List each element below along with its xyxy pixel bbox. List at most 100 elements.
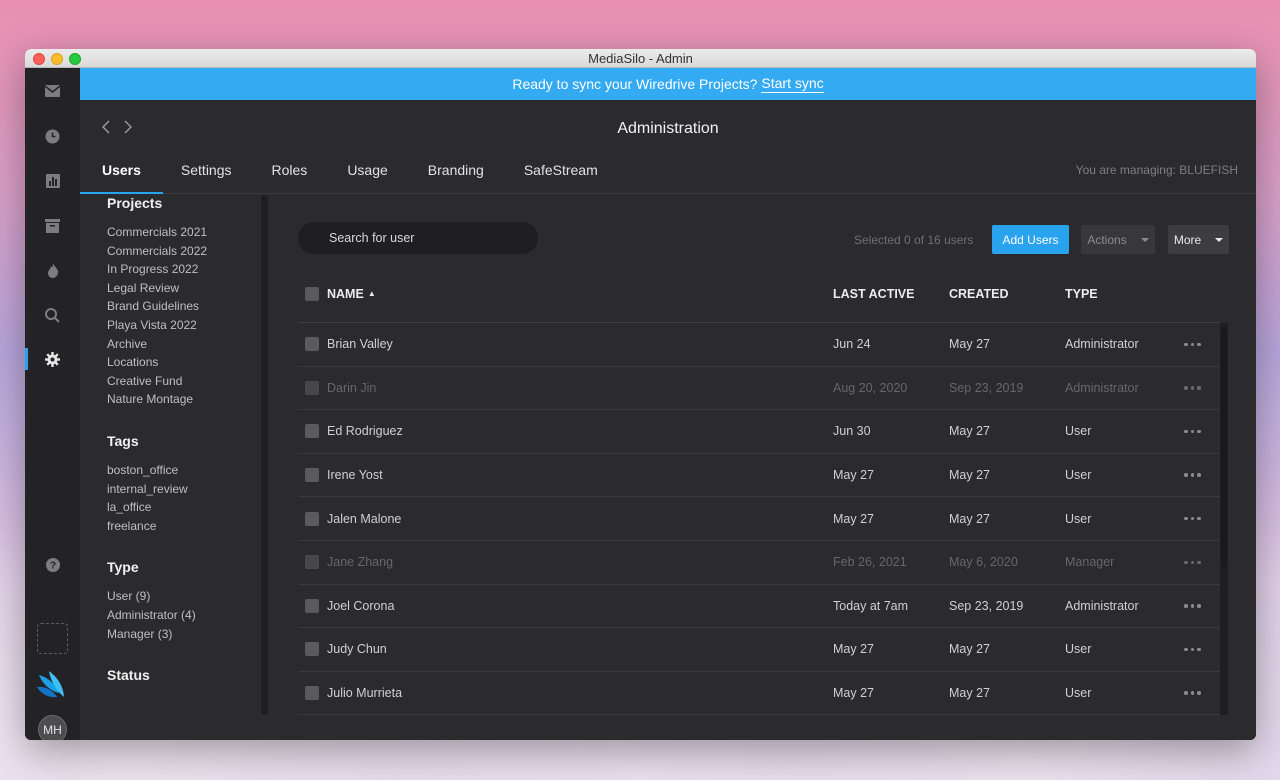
table-row[interactable]: Joel Corona Today at 7am Sep 23, 2019 Admin… [298, 585, 1220, 629]
table-row[interactable]: Jane Zhang Feb 26, 2021 May 6, 2020 Manager [298, 541, 1220, 585]
tag-item[interactable]: internal_review [107, 480, 269, 499]
more-dropdown[interactable]: More [1168, 225, 1229, 254]
project-item[interactable]: Commercials 2022 [107, 242, 269, 261]
type-item[interactable]: Administrator (4) [107, 606, 269, 625]
flame-icon[interactable] [25, 258, 80, 282]
select-all-checkbox[interactable] [305, 286, 319, 301]
row-checkbox[interactable] [305, 686, 319, 701]
row-menu-button[interactable] [1175, 342, 1210, 347]
project-item[interactable]: Locations [107, 353, 269, 372]
name-column-header[interactable]: NAME ▲ [327, 287, 833, 301]
row-menu-button[interactable] [1175, 691, 1210, 695]
table-row[interactable]: Darin Jin Aug 20, 2020 Sep 23, 2019 Adminis… [298, 367, 1220, 411]
project-item[interactable]: Nature Montage [107, 390, 269, 409]
type-item[interactable]: User (9) [107, 587, 269, 606]
user-name: Julio Murrieta [327, 686, 403, 701]
last-active-cell: Jun 24 [833, 337, 871, 352]
table-scrollbar[interactable] [1220, 323, 1228, 715]
row-checkbox[interactable] [305, 424, 319, 439]
type-column-header[interactable]: TYPE [1065, 287, 1175, 301]
table-row[interactable]: Julio Murrieta May 27 May 27 User [298, 672, 1220, 715]
scrollbar-thumb[interactable] [1221, 327, 1227, 567]
gear-icon[interactable] [25, 347, 80, 371]
created-column-header[interactable]: CREATED [949, 287, 1065, 301]
user-name: Jane Zhang [327, 555, 394, 570]
add-users-button[interactable]: Add Users [992, 225, 1069, 254]
row-checkbox[interactable] [305, 642, 319, 657]
tab-usage[interactable]: Usage [325, 147, 409, 193]
project-item[interactable]: Commercials 2021 [107, 223, 269, 242]
row-menu-button[interactable] [1175, 473, 1210, 477]
avatar[interactable]: MH [38, 715, 67, 740]
row-checkbox[interactable] [305, 555, 319, 570]
tab-safestream[interactable]: SafeStream [502, 147, 620, 193]
sort-ascending-icon: ▲ [367, 289, 376, 298]
status-heading: Status [107, 667, 150, 684]
tab-settings[interactable]: Settings [159, 147, 254, 193]
tab-branding[interactable]: Branding [406, 147, 506, 193]
chart-icon[interactable] [25, 169, 80, 193]
row-menu-button[interactable] [1175, 604, 1210, 608]
users-panel: Search for user Selected 0 of 16 users A… [276, 195, 1256, 740]
row-menu-button[interactable] [1175, 429, 1210, 434]
tab-roles[interactable]: Roles [250, 147, 330, 193]
table-row[interactable]: Ed Rodriguez Jun 30 May 27 User [298, 410, 1220, 454]
clock-icon[interactable] [25, 124, 80, 148]
table-row[interactable]: Brian Valley Jun 24 May 27 Administrator [298, 323, 1220, 367]
tag-item[interactable]: la_office [107, 498, 269, 517]
created-cell: Sep 23, 2019 [949, 380, 1024, 395]
row-checkbox[interactable] [305, 337, 319, 352]
row-menu-button[interactable] [1175, 516, 1210, 521]
table-row[interactable]: Irene Yost May 27 May 27 User [298, 454, 1220, 498]
search-input[interactable]: Search for user [298, 222, 538, 254]
project-item[interactable]: In Progress 2022 [107, 260, 269, 279]
icon-rail: ? MH [25, 68, 80, 740]
last-active-cell: Feb 26, 2021 [833, 555, 907, 570]
last-active-column-header[interactable]: LAST ACTIVE [833, 287, 949, 301]
minimize-window-button[interactable] [51, 53, 63, 65]
close-window-button[interactable] [33, 53, 45, 65]
maximize-window-button[interactable] [69, 53, 81, 65]
start-sync-link[interactable]: Start sync [761, 75, 824, 93]
project-item[interactable]: Archive [107, 335, 269, 354]
row-checkbox[interactable] [305, 468, 319, 483]
archive-icon[interactable] [25, 214, 80, 238]
row-checkbox[interactable] [305, 511, 319, 526]
project-item[interactable]: Playa Vista 2022 [107, 316, 269, 335]
row-menu-button[interactable] [1175, 560, 1210, 565]
more-horizontal-icon [1184, 342, 1201, 347]
created-cell: May 27 [949, 642, 990, 657]
user-name: Brian Valley [327, 337, 393, 352]
tag-item[interactable]: freelance [107, 517, 269, 536]
type-cell: Administrator [1065, 598, 1139, 613]
row-checkbox[interactable] [305, 598, 319, 613]
project-item[interactable]: Brand Guidelines [107, 297, 269, 316]
filter-scrollbar[interactable] [261, 195, 268, 715]
tag-item[interactable]: boston_office [107, 461, 269, 480]
mail-icon[interactable] [25, 79, 80, 103]
project-item[interactable]: Creative Fund [107, 372, 269, 391]
project-item[interactable]: Legal Review [107, 279, 269, 298]
type-item[interactable]: Manager (3) [107, 625, 269, 644]
tab-users[interactable]: Users [80, 147, 163, 194]
row-menu-button[interactable] [1175, 386, 1210, 390]
last-active-cell: May 27 [833, 686, 874, 701]
drop-zone[interactable] [37, 623, 68, 654]
table-row[interactable]: Jalen Malone May 27 May 27 User [298, 497, 1220, 541]
actions-dropdown[interactable]: Actions [1081, 225, 1155, 254]
avatar-initials: MH [43, 722, 62, 737]
projects-heading: Projects [107, 195, 163, 211]
help-icon[interactable]: ? [25, 553, 80, 577]
svg-text:?: ? [49, 561, 55, 572]
last-active-cell: May 27 [833, 511, 874, 526]
user-name: Jalen Malone [327, 511, 402, 526]
last-active-cell: Today at 7am [833, 598, 909, 613]
row-checkbox[interactable] [305, 380, 319, 395]
type-cell: Administrator [1065, 337, 1139, 352]
row-menu-button[interactable] [1175, 647, 1210, 652]
table-row[interactable]: Judy Chun May 27 May 27 User [298, 628, 1220, 672]
page-title: Administration [617, 120, 719, 137]
user-name: Ed Rodriguez [327, 424, 403, 439]
table-header: NAME ▲ LAST ACTIVE CREATED TYPE [298, 265, 1220, 323]
search-icon[interactable] [25, 303, 80, 327]
